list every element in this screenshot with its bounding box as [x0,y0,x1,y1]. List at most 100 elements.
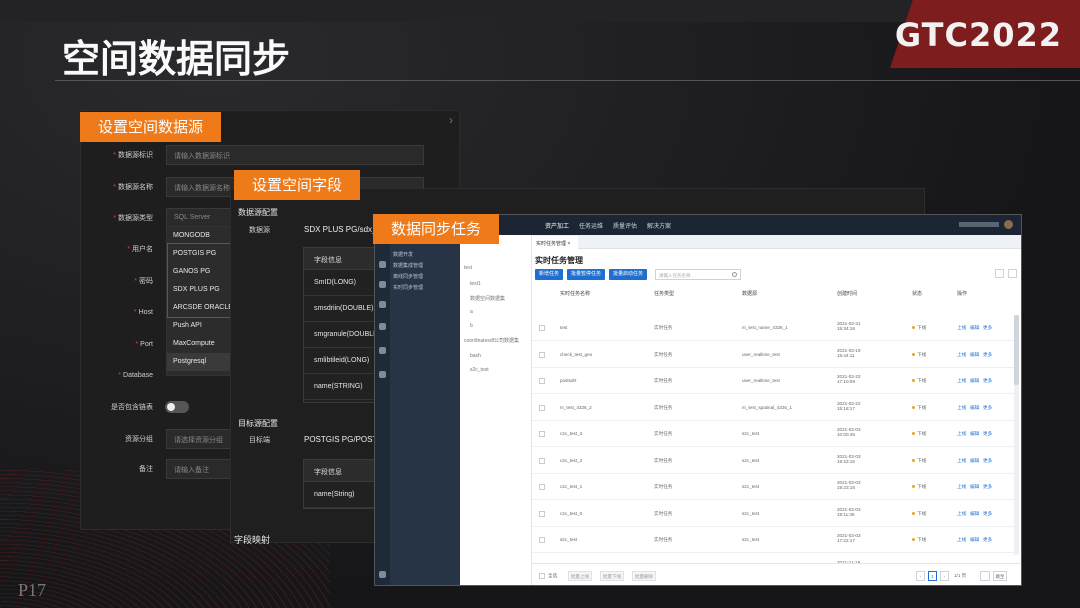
page-1-button[interactable]: 1 [928,571,937,581]
row-op-0[interactable]: 上线 [957,378,966,384]
batch-offline-button[interactable]: 批量下线 [600,571,624,581]
row-op-1[interactable]: 编辑 [970,352,979,358]
tree-item[interactable]: test1 [470,281,481,287]
row-checkbox[interactable] [539,325,545,331]
task-type: 实时任务 [654,484,673,489]
row-checkbox[interactable] [539,431,545,437]
row-op-2[interactable]: 更多 [983,537,992,543]
row-op-1[interactable]: 编辑 [970,458,979,464]
row-op-1[interactable]: 编辑 [970,378,979,384]
row-checkbox[interactable] [539,510,545,517]
batch-delete-button[interactable]: 批量删除 [632,571,656,581]
row-op-0[interactable]: 上线 [957,325,966,331]
table-row: c2c_test_1 实时任务 s2c_test 2021-03-03 19:23:1… [532,474,1017,500]
chevron-right-icon[interactable]: › [449,113,453,127]
row-op-2[interactable]: 更多 [983,431,992,437]
goto-page-input[interactable] [980,571,990,581]
gtc-logo: GTC2022 [894,16,1062,54]
form-label-text: Host [138,308,153,316]
row-op-0[interactable]: 上线 [957,484,966,490]
row-op-2[interactable]: 更多 [983,378,992,384]
status-badge: 下线 [912,378,926,384]
task-name: s2c_test [560,537,578,542]
row-op-0[interactable]: 上线 [957,352,966,358]
add-task-button[interactable]: 新增任务 [535,269,563,280]
row-op-2[interactable]: 更多 [983,484,992,490]
layers-icon[interactable] [379,301,386,308]
form-input[interactable]: 请输入数据源标识 [166,145,424,165]
table-row: s2c_test 实时任务 s2c_test 2021-03-03 17:22:17 下… [532,527,1017,553]
next-page-button[interactable]: › [940,571,949,581]
refresh-icon[interactable] [1008,269,1017,278]
shield-icon[interactable] [379,281,386,288]
spatial-toggle[interactable] [165,401,189,413]
scrollbar-thumb[interactable] [1014,315,1019,385]
nav-asset[interactable]: 资产加工 [545,221,569,230]
tree-item[interactable]: s2c_test [470,367,489,373]
tree-item[interactable]: test [464,265,472,271]
select-all-checkbox[interactable] [539,573,545,579]
select-all-label: 全选 [548,573,558,578]
batch-start-button[interactable]: 批量启动任务 [609,269,647,280]
database-icon[interactable] [379,323,386,330]
row-op-2[interactable]: 更多 [983,458,992,464]
row-checkbox[interactable] [539,484,545,490]
document-icon[interactable] [379,261,386,268]
tree-item[interactable]: bash [470,353,481,359]
required-mark: * [134,278,137,285]
row-checkbox[interactable] [539,537,545,543]
search-input[interactable]: 请输入任务名称 [655,269,741,280]
task-source: s2c_test [742,510,760,516]
row-op-1[interactable]: 编辑 [970,484,979,490]
required-mark: * [133,308,137,316]
row-op-0[interactable]: 上线 [957,458,966,464]
row-checkbox[interactable] [539,351,545,358]
form-label-text: 数据源类型 [118,215,153,222]
row-op-2[interactable]: 更多 [983,405,992,411]
target-field-table: 字段信息 name(String) [303,459,378,509]
tree-item[interactable]: a [470,309,473,315]
side-menu-item[interactable]: 离线同步管理 [393,273,423,280]
source-field-row: name(STRING) [304,374,377,400]
row-checkbox[interactable] [539,457,545,464]
search-icon[interactable] [732,272,737,277]
nav-quality[interactable]: 质量评估 [613,221,637,230]
tree-item[interactable]: coordinatesdf公司数据集 [464,337,519,344]
row-op-1[interactable]: 编辑 [970,537,979,543]
tab-realtime[interactable]: 实时任务管理 × [532,236,578,249]
source-value: SDX PLUS PG/sdx_p [304,225,381,234]
filter-icon[interactable] [995,269,1004,278]
row-op-2[interactable]: 更多 [983,325,992,331]
row-op-0[interactable]: 上线 [957,511,966,517]
cloud-icon[interactable] [379,347,386,354]
row-checkbox[interactable] [539,404,545,411]
prev-page-button[interactable]: ‹ [916,571,925,581]
row-op-1[interactable]: 编辑 [970,431,979,437]
close-icon[interactable]: × [567,241,570,247]
row-op-1[interactable]: 编辑 [970,405,979,411]
row-op-1[interactable]: 编辑 [970,511,979,517]
goto-button[interactable]: 跳至 [993,571,1007,581]
side-menu-item[interactable]: 数据集成管理 [393,262,423,269]
row-op-2[interactable]: 更多 [983,352,992,358]
nav-ops[interactable]: 任务运维 [579,221,603,230]
row-op-0[interactable]: 上线 [957,537,966,543]
task-name: test [560,325,568,330]
batch-online-button[interactable]: 批量上线 [568,571,592,581]
nav-solution[interactable]: 解决方案 [647,221,671,230]
side-menu-item[interactable]: 数据开发 [393,251,413,258]
task-source: s2c_test [742,484,760,489]
row-op-1[interactable]: 编辑 [970,325,979,331]
row-op-0[interactable]: 上线 [957,405,966,411]
scrollbar[interactable] [1014,315,1019,555]
menu-collapse-icon[interactable] [379,571,386,578]
row-op-0[interactable]: 上线 [957,431,966,437]
avatar[interactable] [1004,220,1013,229]
batch-pause-button[interactable]: 批量暂停任务 [567,269,605,280]
row-op-2[interactable]: 更多 [983,511,992,517]
tree-item[interactable]: b [470,323,473,329]
side-menu-item[interactable]: 实时同步管理 [393,284,423,291]
tree-item[interactable]: 数据空间数据集 [470,295,505,302]
settings-icon[interactable] [379,371,386,378]
row-checkbox[interactable] [539,378,545,384]
